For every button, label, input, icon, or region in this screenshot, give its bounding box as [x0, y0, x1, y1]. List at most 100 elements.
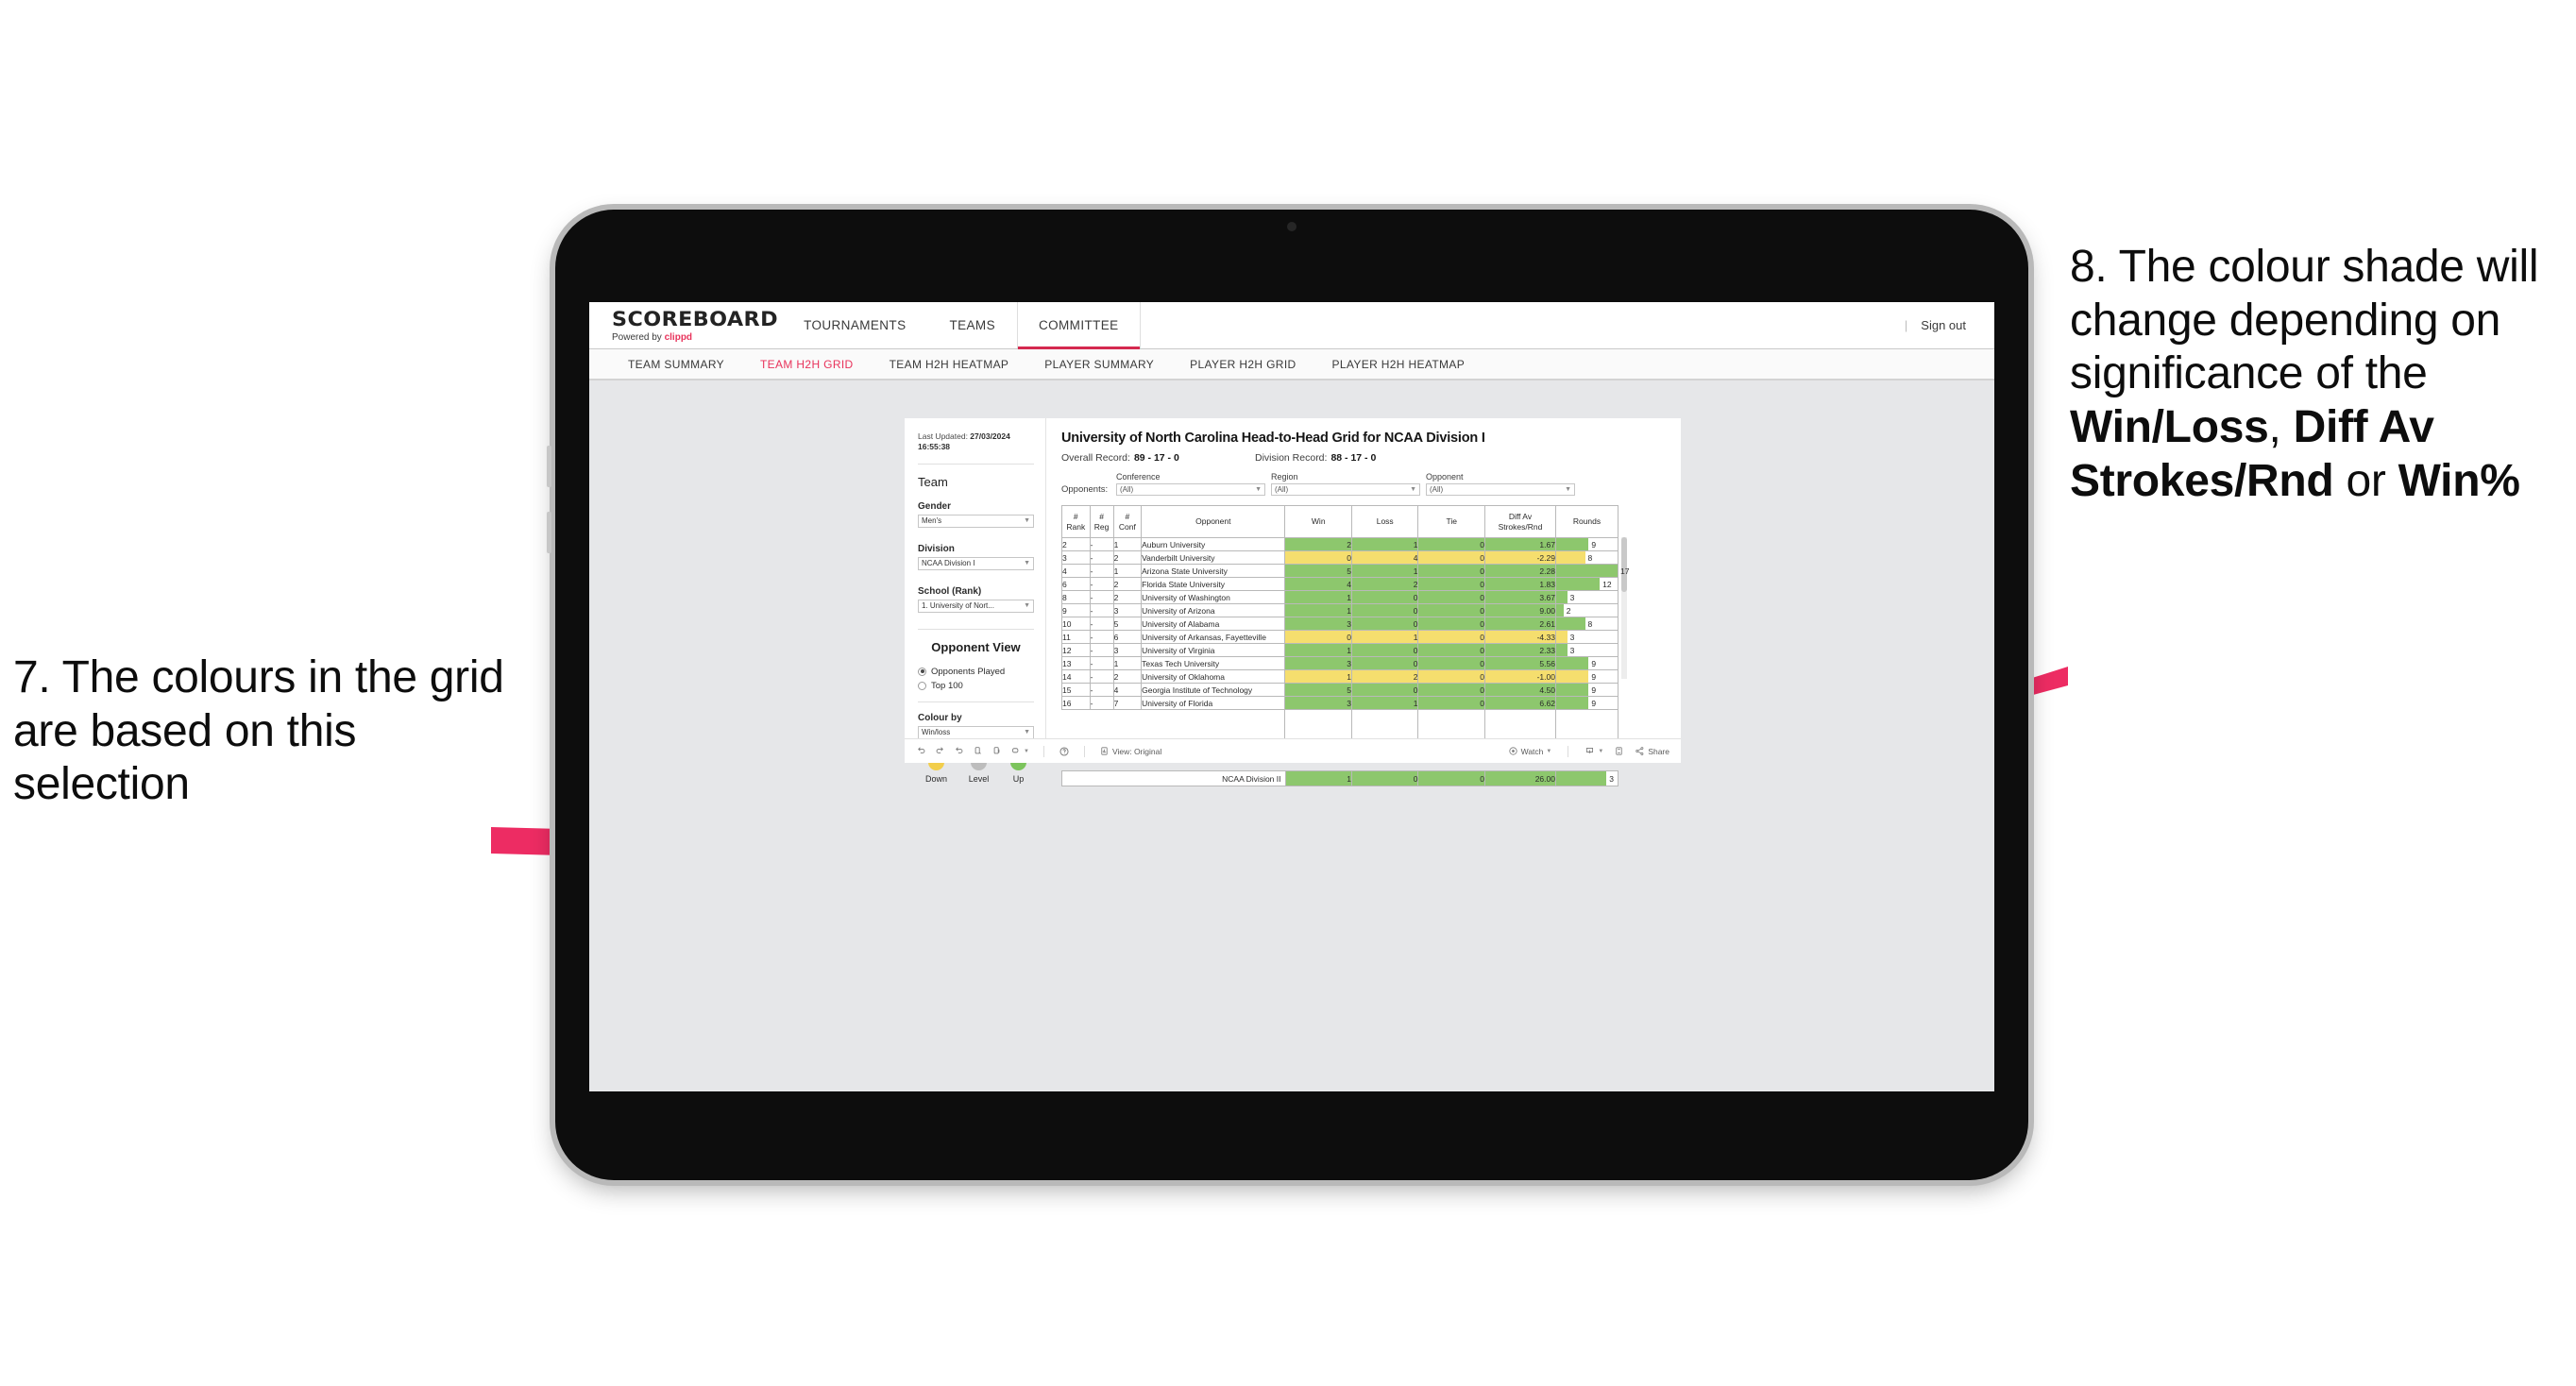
cell-reg: -	[1089, 630, 1114, 644]
cell-reg: -	[1089, 537, 1114, 551]
table-row[interactable]: 3-2 Vanderbilt University 0 4 0 -2.29 8	[1061, 550, 1619, 565]
nav-divider: |	[1904, 318, 1908, 332]
table-row[interactable]: 10-5 University of Alabama 3 0 0 2.61 8	[1061, 617, 1619, 631]
subtab-team-summary[interactable]: TEAM SUMMARY	[610, 358, 742, 371]
col-header-win[interactable]: Win	[1284, 505, 1352, 538]
cell-rounds: 9	[1554, 683, 1619, 697]
cell-win: 3	[1284, 656, 1352, 670]
annotation-text-run: or	[2333, 455, 2398, 506]
share-button[interactable]: Share	[1635, 746, 1669, 756]
col-header-rounds[interactable]: Rounds	[1554, 505, 1619, 538]
last-updated: Last Updated: 27/03/2024 16:55:38	[918, 431, 1010, 452]
cell-opponent: Auburn University	[1141, 537, 1286, 551]
cell-colour-fill	[1351, 631, 1418, 643]
cell-opponent: University of Washington	[1141, 590, 1286, 604]
ood-label: NCAA Division II	[1061, 770, 1286, 786]
subtab-team-h2h-heatmap[interactable]: TEAM H2H HEATMAP	[872, 358, 1027, 371]
rounds-bar	[1555, 670, 1589, 683]
cell-colour-fill	[1351, 591, 1418, 603]
refresh-icon[interactable]	[973, 746, 983, 756]
cell-colour-fill	[1351, 578, 1418, 590]
undo-icon[interactable]	[916, 746, 926, 756]
cell-diff: -2.29	[1483, 550, 1556, 565]
rounds-value: 2	[1566, 605, 1571, 616]
cell-rank: 8	[1061, 590, 1091, 604]
cell-rank: 14	[1061, 669, 1091, 684]
cell-colour-fill	[1285, 697, 1351, 709]
gender-select[interactable]: Men's ▼	[918, 514, 1034, 528]
sign-out-link[interactable]: Sign out	[1921, 318, 1966, 332]
subtab-player-h2h-grid[interactable]: PLAYER H2H GRID	[1172, 358, 1313, 371]
watch-button[interactable]: Watch ▼	[1508, 746, 1552, 756]
tablet-side-button-2	[547, 512, 551, 553]
school-label: School (Rank)	[918, 585, 982, 597]
col-header-reg[interactable]: # Reg	[1089, 505, 1114, 538]
opponent-view-heading: Opponent View	[931, 639, 1021, 654]
nav-tab-teams[interactable]: TEAMS	[927, 302, 1017, 348]
redo-icon[interactable]	[935, 746, 945, 756]
table-row[interactable]: 13-1 Texas Tech University 3 0 0 5.56 9	[1061, 656, 1619, 670]
filter-select-opponent[interactable]: (All) ▼	[1426, 483, 1575, 496]
rounds-bar	[1555, 538, 1589, 550]
filter-select-region[interactable]: (All) ▼	[1271, 483, 1420, 496]
subtab-player-h2h-heatmap[interactable]: PLAYER H2H HEATMAP	[1314, 358, 1483, 371]
help-icon[interactable]	[1059, 746, 1070, 757]
school-select[interactable]: 1. University of Nort... ▼	[918, 599, 1034, 613]
nav-tab-committee[interactable]: COMMITTEE	[1016, 302, 1141, 349]
cell-colour-fill	[1418, 551, 1484, 564]
cell-colour-fill	[1418, 657, 1484, 669]
chevron-down-icon: ▼	[1546, 748, 1552, 754]
table-row[interactable]: 12-3 University of Virginia 1 0 0 2.33 3	[1061, 643, 1619, 657]
cell-win: 1	[1284, 669, 1352, 684]
cell-conf: 2	[1112, 550, 1143, 565]
table-row[interactable]: 4-1 Arizona State University 5 1 0 2.28 17	[1061, 564, 1629, 578]
annotation-text-run: 8. The colour shade will change dependin…	[2070, 242, 2539, 399]
rounds-value: 9	[1591, 658, 1597, 668]
radio-top-100-label: Top 100	[931, 680, 963, 691]
table-row[interactable]: 11-6 University of Arkansas, Fayetteville…	[1061, 630, 1619, 644]
filter-select-conference[interactable]: (All) ▼	[1116, 483, 1265, 496]
cell-opponent: Vanderbilt University	[1141, 550, 1286, 565]
col-header-rank[interactable]: # Rank	[1061, 505, 1091, 538]
table-row[interactable]: 9-3 University of Arizona 1 0 0 9.00 2	[1061, 603, 1619, 617]
table-row[interactable]: 6-2 Florida State University 4 2 0 1.83 12	[1061, 577, 1619, 591]
table-row[interactable]: 14-2 University of Oklahoma 1 2 0 -1.00 9	[1061, 669, 1619, 684]
cell-colour-fill	[1285, 538, 1351, 550]
cell-rank: 11	[1061, 630, 1091, 644]
cell-tie: 0	[1417, 550, 1485, 565]
colour-by-select[interactable]: Win/loss ▼	[918, 725, 1034, 739]
view-original-button[interactable]: View: Original	[1099, 746, 1161, 756]
fullscreen-button[interactable]	[1614, 746, 1624, 756]
cell-rounds: 9	[1554, 656, 1619, 670]
nav-tab-tournaments[interactable]: TOURNAMENTS	[782, 302, 927, 348]
tableau-toolbar: ▼ View: Original Watch ▼ ▼ Share	[905, 738, 1681, 763]
subtab-player-summary[interactable]: PLAYER SUMMARY	[1026, 358, 1172, 371]
rounds-bar	[1555, 697, 1589, 709]
col-header-conf[interactable]: # Conf	[1112, 505, 1143, 538]
cell-colour-fill	[1418, 697, 1484, 709]
cell-rank: 10	[1061, 617, 1091, 631]
brand-logo[interactable]: SCOREBOARD Powered by clippd	[589, 302, 782, 348]
col-header-opponent[interactable]: Opponent	[1141, 505, 1286, 538]
radio-top-100[interactable]: Top 100	[918, 681, 1034, 691]
download-button[interactable]: ▼	[1585, 746, 1603, 756]
pause-icon[interactable]	[991, 746, 1002, 756]
table-row[interactable]: 2-1 Auburn University 2 1 0 1.67 9	[1061, 537, 1619, 551]
subtab-team-h2h-grid[interactable]: TEAM H2H GRID	[742, 358, 872, 371]
cell-loss: 4	[1350, 550, 1419, 565]
radio-opponents-played[interactable]: Opponents Played	[918, 667, 1034, 677]
col-header-diff[interactable]: Diff Av Strokes/Rnd	[1483, 505, 1556, 538]
cell-conf: 1	[1112, 564, 1143, 578]
filter-group-region: Region (All) ▼	[1271, 472, 1420, 496]
table-row[interactable]: 8-2 University of Washington 1 0 0 3.67 3	[1061, 590, 1619, 604]
out-of-division-table: NCAA Division II 1 0 0 26.00 3	[1061, 770, 1619, 786]
revert-icon[interactable]	[954, 746, 964, 756]
col-header-tie[interactable]: Tie	[1417, 505, 1485, 538]
subscribe-icon[interactable]: ▼	[1010, 746, 1029, 756]
cell-win: 3	[1284, 696, 1352, 710]
table-row[interactable]: 16-7 University of Florida 3 1 0 6.62 9	[1061, 696, 1619, 710]
table-row[interactable]: 15-4 Georgia Institute of Technology 5 0 0 4.…	[1061, 683, 1619, 697]
division-select[interactable]: NCAA Division I ▼	[918, 556, 1034, 570]
opponents-label: Opponents:	[1061, 484, 1109, 495]
col-header-loss[interactable]: Loss	[1350, 505, 1419, 538]
